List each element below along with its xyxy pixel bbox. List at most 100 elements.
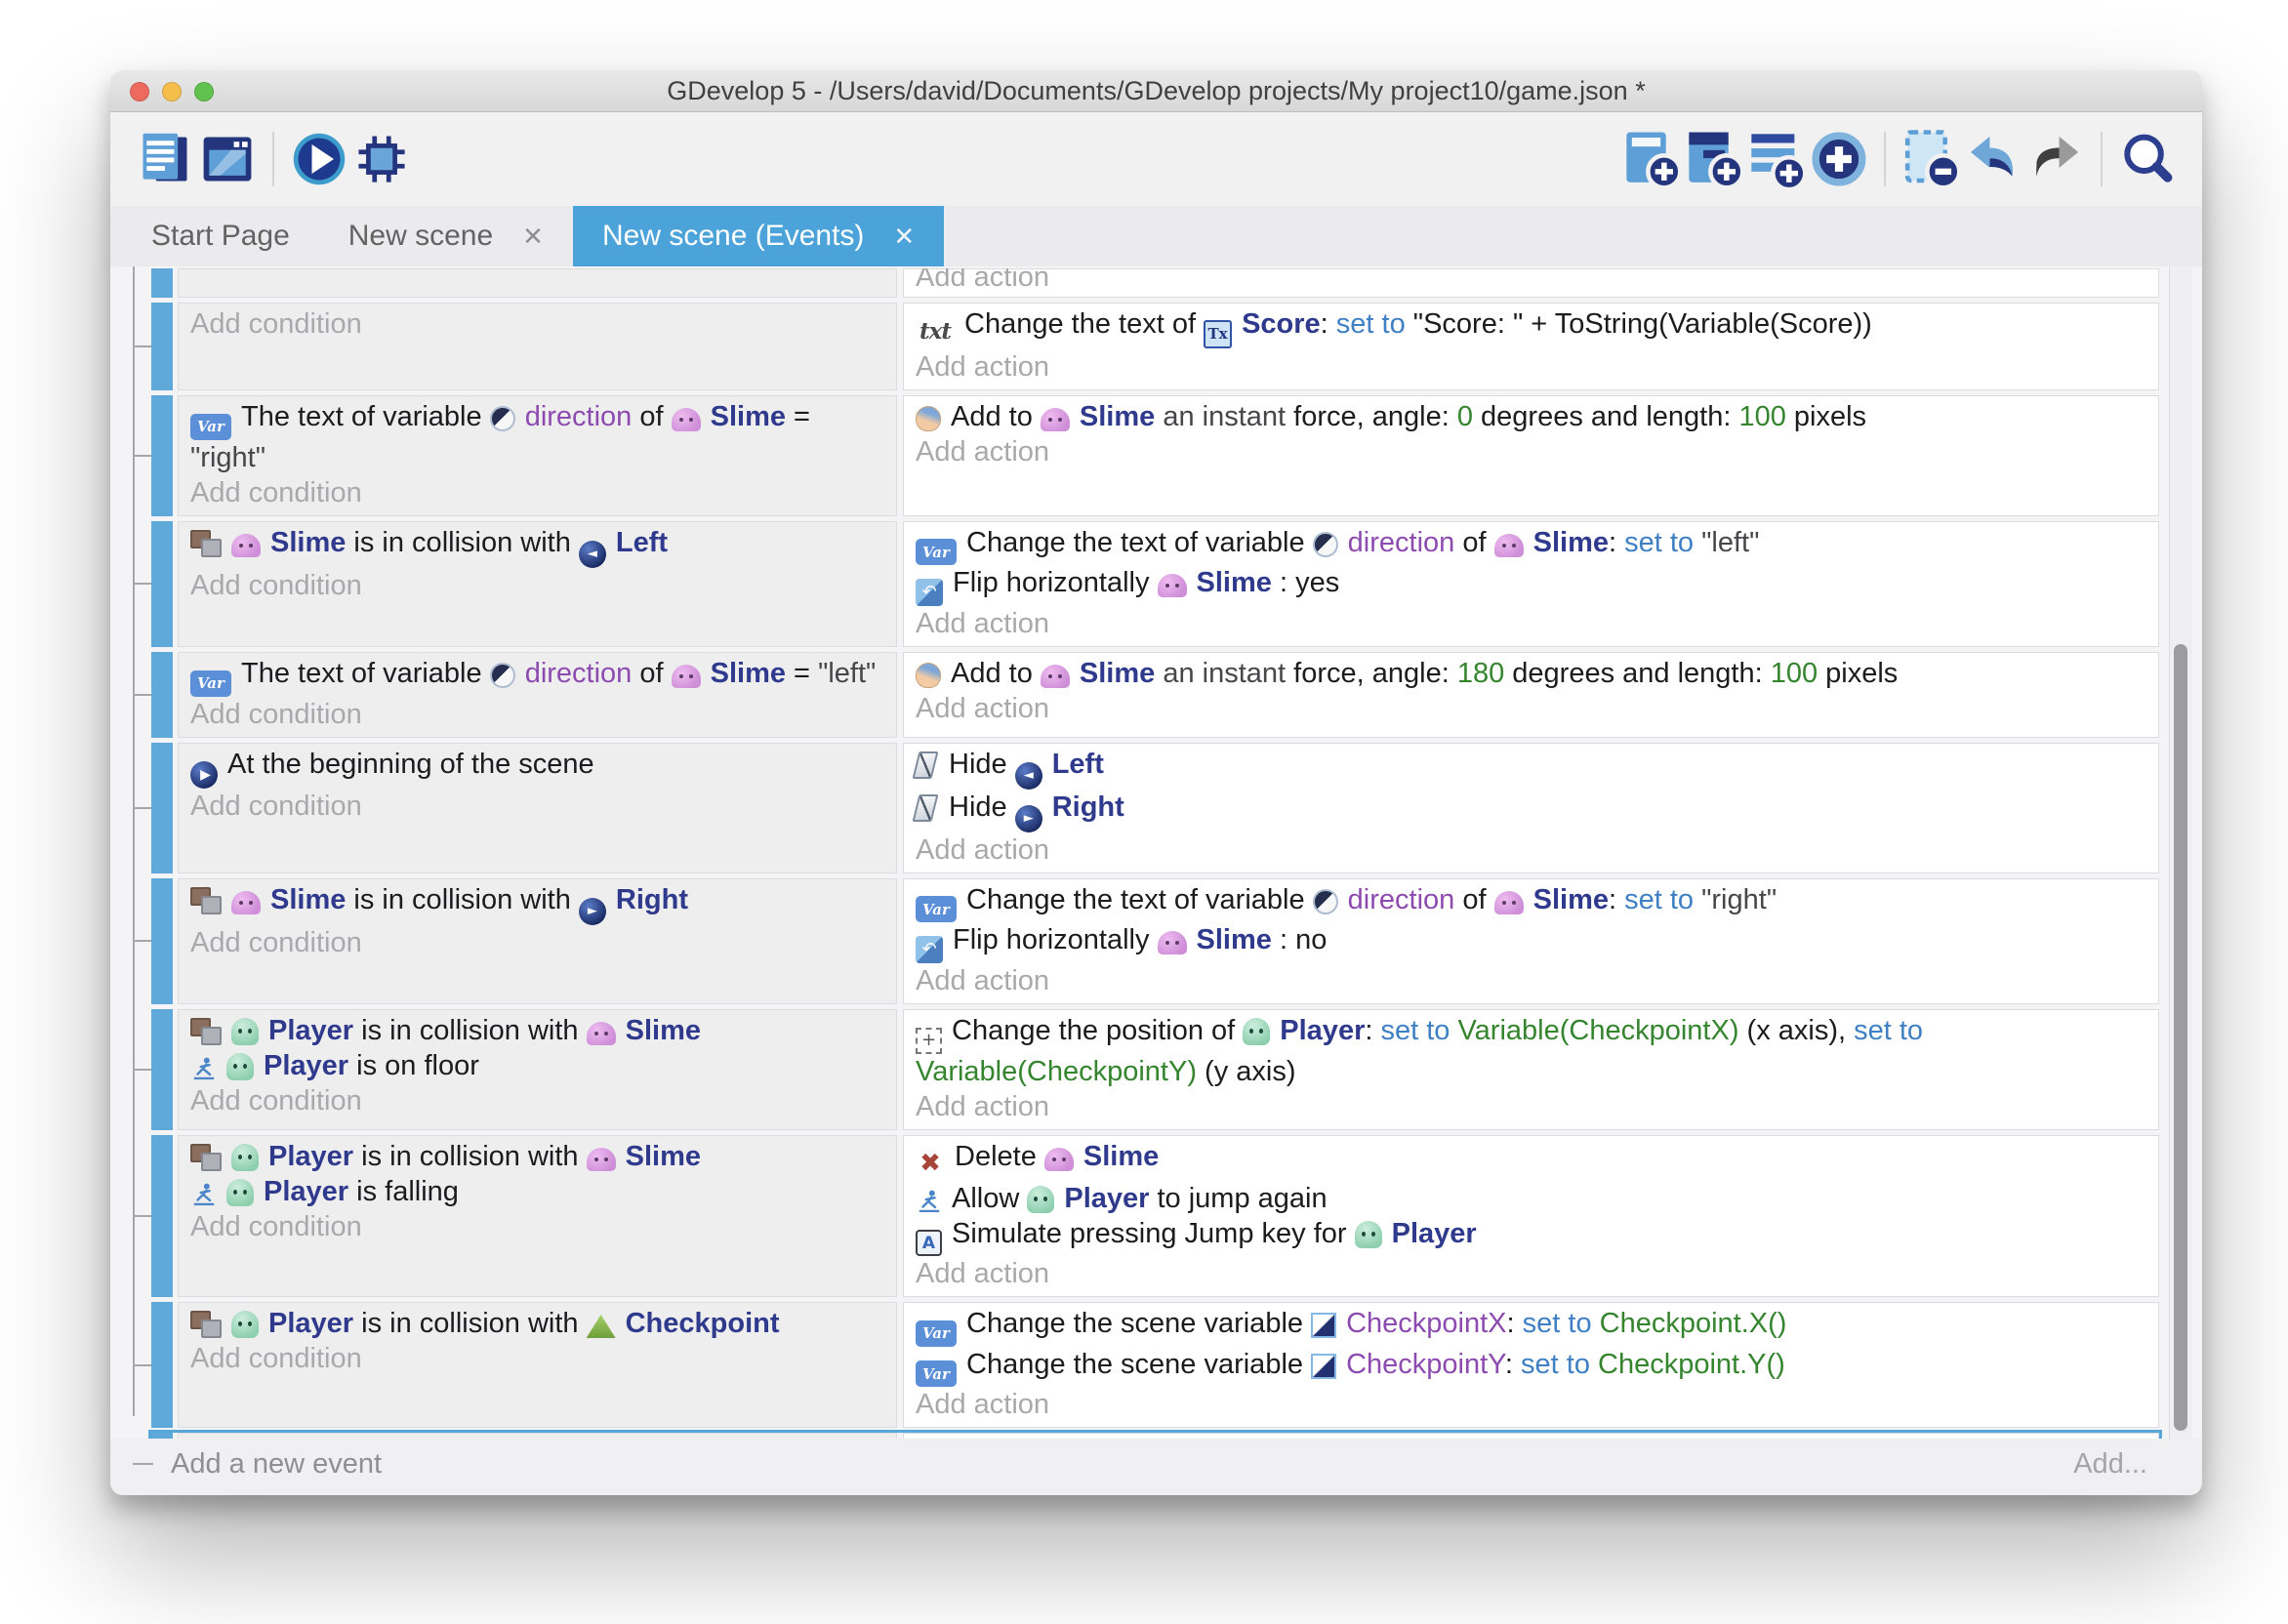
condition-line[interactable]: Slime is in collision with ◄Left (190, 525, 882, 568)
title-bar[interactable]: GDevelop 5 - /Users/david/Documents/GDev… (110, 70, 2202, 112)
event-row[interactable]: ▶At the beginning of the sceneAdd condit… (151, 1433, 2159, 1439)
tab-close-button[interactable]: ✕ (522, 222, 544, 252)
add-action-button[interactable]: Add action (916, 1089, 2145, 1124)
project-manager-button[interactable] (134, 128, 196, 190)
action-line[interactable]: Allow Player to jump again (916, 1181, 2145, 1216)
add-condition-button[interactable]: Add condition (190, 306, 882, 342)
player-icon (226, 1053, 254, 1080)
event-row[interactable]: VarThe text of variable direction of Sli… (151, 395, 2159, 516)
action-line[interactable]: Hide ►Right (916, 790, 2145, 832)
event-handle[interactable] (151, 652, 173, 738)
condition-line[interactable]: Player is on floor (190, 1048, 882, 1083)
add-new-event-button[interactable]: Add a new event (171, 1448, 382, 1481)
add-comment-button[interactable] (1745, 128, 1808, 190)
event-handle[interactable] (151, 743, 173, 873)
add-action-button[interactable]: Add action (916, 691, 2145, 726)
add-condition-button[interactable]: Add condition (190, 697, 882, 732)
condition-line[interactable]: Player is falling (190, 1174, 882, 1209)
event-handle[interactable] (151, 521, 173, 648)
event-row[interactable]: Slime is in collision with ►RightAdd con… (151, 878, 2159, 1005)
condition-line[interactable]: Player is in collision with Slime (190, 1013, 882, 1048)
action-line[interactable]: Add to Slime an instant force, angle: 0 … (916, 399, 2145, 434)
add-condition-button[interactable]: Add condition (190, 1209, 882, 1244)
add-event-button[interactable] (1620, 128, 1683, 190)
redo-button[interactable] (2024, 128, 2087, 190)
event-row[interactable]: Player is in collision with SlimePlayer … (151, 1135, 2159, 1298)
event-handle[interactable] (151, 1302, 173, 1428)
add-action-button[interactable]: Add action (916, 606, 2145, 641)
preview-button[interactable] (288, 128, 350, 190)
action-line[interactable]: ✖Delete Slime (916, 1139, 2145, 1181)
action-line[interactable]: txtChange the text of TxScore: set to "S… (916, 306, 2145, 349)
debug-button[interactable] (350, 128, 413, 190)
add-condition-button[interactable]: Add condition (190, 1341, 882, 1376)
delete-event-button[interactable] (1900, 128, 1962, 190)
condition-line[interactable]: Player is in collision with Checkpoint (190, 1306, 882, 1341)
event-handle[interactable] (151, 395, 173, 516)
action-line[interactable]: ASimulate pressing Jump key for Player (916, 1216, 2145, 1257)
event-handle[interactable] (151, 1009, 173, 1130)
add-condition-button[interactable]: Add condition (190, 1083, 882, 1118)
add-action-button[interactable]: Add action (916, 963, 2145, 998)
action-line[interactable]: VarChange the text of variable direction… (916, 525, 2145, 566)
event-row[interactable]: ▶At the beginning of the sceneAdd condit… (151, 743, 2159, 873)
event-handle[interactable] (151, 303, 173, 390)
add-condition-button[interactable]: Add condition (190, 925, 882, 960)
scene-editor-button[interactable] (196, 128, 259, 190)
tab-close-button[interactable]: ✕ (893, 222, 915, 252)
event-row[interactable]: VarThe text of variable direction of Sli… (151, 652, 2159, 738)
action-line[interactable]: ↶Flip horizontally Slime : no (916, 922, 2145, 963)
close-button[interactable] (130, 82, 149, 102)
event-row[interactable]: Add action (151, 268, 2159, 298)
condition-line[interactable]: Player is in collision with Slime (190, 1139, 882, 1174)
action-line[interactable]: +Change the position of Player: set to V… (916, 1013, 2145, 1089)
add-action-button[interactable]: Add action (916, 349, 2145, 385)
undo-button[interactable] (1962, 128, 2024, 190)
hide-icon (913, 794, 939, 822)
action-line[interactable]: VarChange the scene variable CheckpointX… (916, 1437, 2145, 1439)
event-handle[interactable] (151, 268, 173, 298)
action-line[interactable]: Hide ◄Left (916, 747, 2145, 790)
add-condition-button[interactable]: Add condition (190, 475, 882, 510)
add-subevent-button[interactable] (1683, 128, 1745, 190)
event-row[interactable]: Slime is in collision with ◄LeftAdd cond… (151, 521, 2159, 648)
action-line[interactable]: VarChange the scene variable CheckpointX… (916, 1306, 2145, 1347)
action-line[interactable]: Add to Slime an instant force, angle: 18… (916, 656, 2145, 691)
condition-line[interactable]: VarThe text of variable direction of Sli… (190, 399, 882, 475)
event-row[interactable]: Player is in collision with SlimePlayer … (151, 1009, 2159, 1130)
tab-new-scene-events-[interactable]: New scene (Events)✕ (573, 206, 944, 266)
text-tool-icon: txt (916, 314, 955, 349)
force-icon (916, 663, 941, 688)
add-action-button[interactable]: Add action (916, 268, 2145, 295)
add-action-button[interactable]: Add action (916, 1387, 2145, 1422)
condition-line[interactable]: Slime is in collision with ►Right (190, 882, 882, 925)
add-button[interactable] (1808, 128, 1870, 190)
add-circle-icon (1807, 127, 1871, 191)
minimize-button[interactable] (162, 82, 182, 102)
event-row[interactable]: Player is in collision with CheckpointAd… (151, 1302, 2159, 1428)
event-row[interactable]: Add condition txtChange the text of TxSco… (151, 303, 2159, 390)
add-action-button[interactable]: Add action (916, 1256, 2145, 1291)
zoom-button[interactable] (194, 82, 214, 102)
tab-new-scene[interactable]: New scene✕ (319, 206, 573, 266)
collision-icon (190, 1311, 222, 1338)
search-button[interactable] (2116, 128, 2179, 190)
event-handle[interactable] (151, 878, 173, 1005)
event-handle[interactable] (151, 1135, 173, 1298)
right-icon: ► (579, 898, 606, 925)
player-icon (1355, 1221, 1382, 1248)
add-condition-button[interactable]: Add condition (190, 789, 882, 824)
condition-line[interactable]: ▶At the beginning of the scene (190, 1437, 882, 1439)
condition-line[interactable]: VarThe text of variable direction of Sli… (190, 656, 882, 697)
add-condition-button[interactable]: Add condition (190, 568, 882, 603)
add-action-button[interactable]: Add action (916, 434, 2145, 469)
condition-line[interactable]: ▶At the beginning of the scene (190, 747, 882, 789)
action-line[interactable]: VarChange the scene variable CheckpointY… (916, 1347, 2145, 1388)
event-handle[interactable] (151, 1433, 173, 1439)
scrollbar-thumb[interactable] (2174, 644, 2187, 1431)
add-action-button[interactable]: Add action (916, 832, 2145, 868)
action-line[interactable]: VarChange the text of variable direction… (916, 882, 2145, 923)
action-line[interactable]: ↶Flip horizontally Slime : yes (916, 565, 2145, 606)
tab-start-page[interactable]: Start Page (122, 206, 319, 266)
add-more-button[interactable]: Add... (2073, 1448, 2147, 1481)
